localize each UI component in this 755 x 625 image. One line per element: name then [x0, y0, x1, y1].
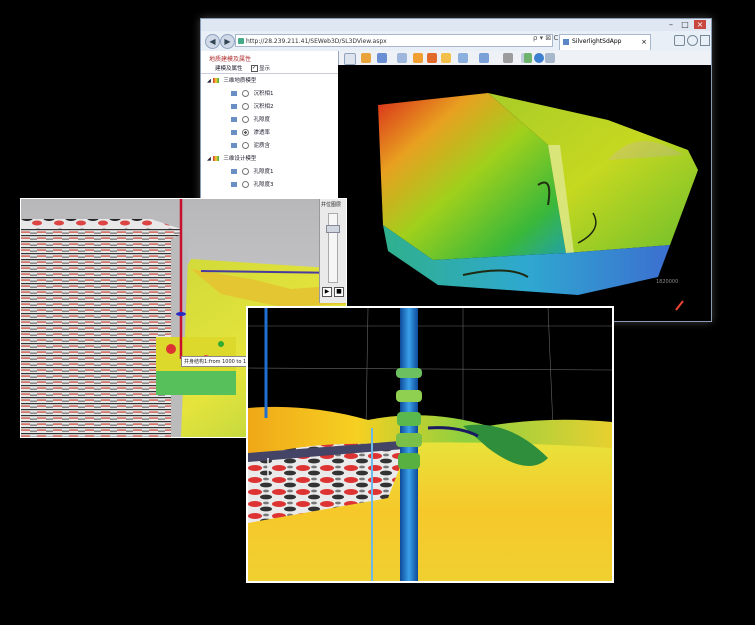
rotate-icon[interactable] [377, 53, 387, 63]
layer-icon [231, 104, 237, 109]
tree-item-porosity3[interactable]: 孔隙度3 [231, 181, 274, 189]
well-icon[interactable] [503, 53, 513, 63]
tree-label: 三维地质模型 [223, 78, 257, 84]
sphere-icon[interactable] [534, 53, 544, 63]
3d-viewport[interactable]: 1820000 [338, 65, 711, 321]
tree-item-facies2[interactable]: 沉积相2 [231, 103, 274, 111]
measure-icon[interactable] [458, 53, 468, 63]
silverlight-icon [563, 39, 569, 45]
tab-close-icon[interactable]: × [641, 35, 647, 49]
axis-tick-label: 1820000 [656, 279, 678, 285]
tree-label: 渗透率 [253, 130, 271, 136]
address-tools[interactable]: ρ ▾ ⊠ C [533, 34, 558, 42]
stop-button[interactable]: ■ [334, 287, 344, 297]
layer-icon [231, 130, 237, 135]
radio-button[interactable] [241, 90, 249, 97]
layers-icon[interactable] [427, 53, 437, 63]
well-tooltip: 井身结构1:from 1000 to 15 [181, 356, 253, 367]
panel-title: 地质建模及属性 [209, 56, 252, 63]
address-bar[interactable]: http://28.239.211.41/SEWeb3D/SL3DView.as… [235, 34, 553, 47]
tree-label: 三维设计模型 [223, 156, 257, 162]
layer-icon [231, 91, 237, 96]
tree-group-design-model[interactable]: ◢ 三维设计模型 [207, 155, 256, 163]
paint-icon[interactable] [413, 53, 423, 63]
layer-icon [231, 182, 237, 187]
favorites-icon[interactable] [687, 35, 698, 46]
minimize-button[interactable]: – [665, 20, 677, 29]
radio-button[interactable] [241, 103, 249, 110]
panel-tabs: 建模及属性 ✓ 显示 [201, 63, 338, 74]
layer-slider-track[interactable] [328, 213, 338, 283]
model-icon [212, 78, 219, 83]
tree-label: 沉积相1 [253, 91, 274, 97]
tree-label: 沉积相2 [253, 104, 274, 110]
well-render[interactable] [248, 308, 612, 581]
tab-silverlight[interactable]: SilverlightSdApp × [559, 34, 651, 50]
layer-icon [231, 169, 237, 174]
play-button[interactable]: ▶ [322, 287, 332, 297]
zoom-icon[interactable] [397, 53, 407, 63]
tree-item-porosity1[interactable]: 孔隙度1 [231, 168, 274, 176]
layer-icon [231, 143, 237, 148]
home-icon[interactable] [674, 35, 685, 46]
maximize-button[interactable]: □ [679, 20, 691, 29]
tab-display[interactable]: 显示 [259, 64, 270, 72]
layer-slider-panel: 井位图层 ▶ ■ [319, 199, 346, 303]
move-icon[interactable] [344, 53, 356, 65]
slider-title: 井位图层 [321, 202, 342, 208]
radio-button-selected[interactable] [241, 129, 249, 136]
tree-label: 孔隙度 [253, 117, 271, 123]
collapse-arrow-icon[interactable]: ◢ [207, 156, 211, 162]
collapse-arrow-icon[interactable]: ◢ [207, 78, 211, 84]
tree-label: 孔隙度1 [253, 169, 274, 175]
url-text: http://28.239.211.41/SEWeb3D/SL3DView.as… [246, 38, 387, 45]
pan-icon[interactable] [361, 53, 371, 63]
tools-icon[interactable] [700, 35, 710, 46]
radio-button[interactable] [241, 142, 249, 149]
export-icon[interactable] [545, 53, 555, 63]
tree-item-facies1[interactable]: 沉积相1 [231, 90, 274, 98]
tab-title: SilverlightSdApp [572, 38, 622, 45]
model-icon [212, 156, 219, 161]
axis-indicator-icon [675, 300, 684, 311]
close-button[interactable]: × [694, 20, 706, 29]
check-icon[interactable] [524, 53, 532, 63]
forward-button[interactable]: ▶ [220, 34, 235, 49]
tab-model-attributes[interactable]: 建模及属性 [215, 64, 243, 72]
radio-button[interactable] [241, 168, 249, 175]
radio-button[interactable] [241, 116, 249, 123]
tree-group-geo-model[interactable]: ◢ 三维地质模型 [207, 77, 256, 85]
title-bar: – □ × [201, 19, 711, 31]
geo-model-render[interactable]: 1820000 [338, 65, 711, 321]
display-checkbox[interactable]: ✓ [251, 65, 258, 72]
tree-label: 泥质含 [253, 143, 271, 149]
tree-label: 孔隙度3 [253, 182, 274, 188]
well-3d-view[interactable] [246, 306, 614, 583]
page-icon [238, 38, 244, 44]
layer-icon [231, 117, 237, 122]
tree-item-permeability[interactable]: 渗透率 [231, 129, 270, 137]
address-row: ◀ ▶ http://28.239.211.41/SEWeb3D/SL3DVie… [201, 31, 711, 51]
tree-item-shale[interactable]: 泥质含 [231, 142, 270, 150]
back-button[interactable]: ◀ [205, 34, 220, 49]
slice-icon[interactable] [479, 53, 489, 63]
tree-item-porosity[interactable]: 孔隙度 [231, 116, 270, 124]
color-icon[interactable] [441, 53, 451, 63]
layer-slider-thumb[interactable] [326, 225, 340, 233]
radio-button[interactable] [241, 181, 249, 188]
